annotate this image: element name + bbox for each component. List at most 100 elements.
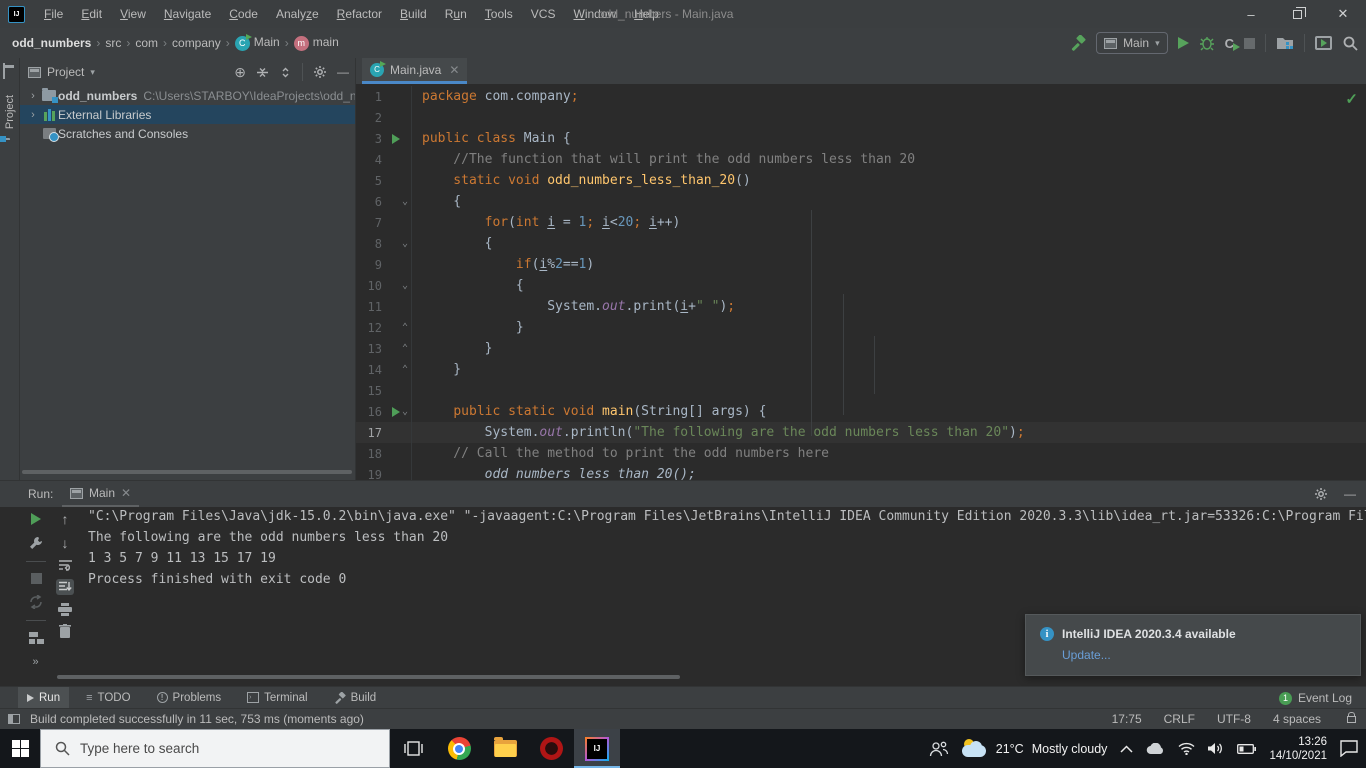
- menu-file[interactable]: File: [35, 0, 72, 28]
- wrench-icon[interactable]: [29, 536, 43, 550]
- status-line-separator[interactable]: CRLF: [1164, 712, 1195, 726]
- breadcrumb-main[interactable]: m main: [292, 35, 341, 51]
- maximize-button[interactable]: [1274, 0, 1320, 28]
- chrome-icon[interactable]: [436, 729, 482, 768]
- project-panel-title[interactable]: Project: [47, 65, 84, 79]
- menu-edit[interactable]: Edit: [72, 0, 111, 28]
- wifi-icon[interactable]: [1178, 742, 1195, 755]
- battery-icon[interactable]: [1237, 743, 1257, 754]
- run-line-icon[interactable]: [392, 133, 400, 144]
- weather-widget[interactable]: 21°C Mostly cloudy: [961, 738, 1107, 759]
- close-icon[interactable]: ✕: [449, 63, 459, 77]
- status-indent-style[interactable]: 4 spaces: [1273, 712, 1321, 726]
- gear-icon[interactable]: [1314, 487, 1328, 501]
- menu-view[interactable]: View: [111, 0, 155, 28]
- run-anything-button[interactable]: [1315, 36, 1332, 50]
- action-center-icon[interactable]: [1340, 740, 1358, 757]
- toolwindow-button-todo[interactable]: ≡ TODO: [77, 687, 139, 709]
- menu-vcs[interactable]: VCS: [522, 0, 565, 28]
- search-input[interactable]: [80, 741, 350, 756]
- intellij-taskbar-icon[interactable]: IJ: [574, 729, 620, 768]
- people-icon[interactable]: [929, 741, 949, 757]
- chevron-right-icon[interactable]: ›: [26, 109, 40, 121]
- up-stack-icon[interactable]: ↑: [62, 511, 69, 527]
- hide-panel-icon[interactable]: —: [1344, 487, 1356, 501]
- fold-close-icon[interactable]: ⌃: [402, 322, 408, 333]
- close-button[interactable]: ✕: [1320, 0, 1366, 28]
- menu-tools[interactable]: Tools: [476, 0, 522, 28]
- print-icon[interactable]: [58, 603, 72, 616]
- minimize-button[interactable]: –: [1228, 0, 1274, 28]
- run-line-icon[interactable]: [392, 406, 400, 417]
- tree-item-external-libraries[interactable]: › External Libraries: [20, 105, 355, 124]
- status-file-encoding[interactable]: UTF-8: [1217, 712, 1251, 726]
- restart-disabled-icon[interactable]: [29, 595, 43, 609]
- file-explorer-icon[interactable]: [482, 729, 528, 768]
- tree-item-scratches-and-consoles[interactable]: Scratches and Consoles: [20, 124, 355, 143]
- locate-file-icon[interactable]: ⊕: [234, 64, 246, 81]
- menu-run[interactable]: Run: [436, 0, 476, 28]
- build-hammer-icon[interactable]: [1070, 35, 1086, 51]
- inspections-ok-icon[interactable]: ✓: [1345, 90, 1358, 108]
- more-actions-icon[interactable]: »: [32, 656, 39, 668]
- taskbar-search[interactable]: [40, 729, 390, 768]
- clear-console-icon[interactable]: [59, 624, 71, 638]
- restore-layout-icon[interactable]: [28, 632, 44, 645]
- tab-main-java[interactable]: C Main.java ✕: [362, 58, 468, 84]
- fold-close-icon[interactable]: ⌃: [402, 343, 408, 354]
- editor-code[interactable]: 1 package com.company; 2 3 public class Main…: [356, 84, 1366, 480]
- fold-open-icon[interactable]: ⌄: [402, 238, 408, 249]
- project-toolwindow-icon[interactable]: [3, 63, 5, 79]
- toolwindow-button-run[interactable]: Run: [18, 686, 70, 709]
- debug-button[interactable]: [1199, 35, 1215, 51]
- chevron-down-icon[interactable]: ▾: [90, 67, 95, 78]
- menu-code[interactable]: Code: [220, 0, 267, 28]
- horizontal-scrollbar[interactable]: [22, 470, 352, 474]
- lock-icon[interactable]: [1347, 711, 1356, 723]
- breadcrumb-odd_numbers[interactable]: odd_numbers: [10, 36, 93, 50]
- tray-chevron-up-icon[interactable]: [1120, 744, 1133, 753]
- volume-icon[interactable]: [1208, 742, 1224, 755]
- update-link[interactable]: Update...: [1062, 648, 1111, 662]
- toolwindow-button-problems[interactable]: ! Problems: [148, 687, 231, 709]
- toolwindow-button-terminal[interactable]: › Terminal: [238, 687, 316, 709]
- search-everywhere-icon[interactable]: [1342, 35, 1358, 51]
- tree-item-odd-numbers[interactable]: › odd_numbers C:\Users\STARBOY\IdeaProject…: [20, 86, 355, 105]
- horizontal-scrollbar[interactable]: [57, 675, 680, 679]
- run-button[interactable]: [1177, 37, 1189, 49]
- soft-wrap-icon[interactable]: [58, 559, 73, 571]
- menu-build[interactable]: Build: [391, 0, 436, 28]
- fold-close-icon[interactable]: ⌃: [402, 364, 408, 375]
- task-view-button[interactable]: [390, 729, 436, 768]
- toolwindow-toggle-icon[interactable]: [8, 714, 20, 724]
- rerun-button[interactable]: [31, 513, 41, 525]
- down-stack-icon[interactable]: ↓: [62, 535, 69, 551]
- status-caret-position[interactable]: 17:75: [1112, 712, 1142, 726]
- sidebar-item-project[interactable]: Project: [4, 85, 16, 139]
- breadcrumb-company[interactable]: company: [170, 36, 223, 50]
- breadcrumb-src[interactable]: src: [103, 36, 123, 50]
- fold-open-icon[interactable]: ⌄: [402, 406, 408, 417]
- hide-panel-icon[interactable]: —: [337, 65, 349, 79]
- breadcrumb-com[interactable]: com: [133, 36, 160, 50]
- onedrive-icon[interactable]: [1146, 742, 1165, 755]
- start-button[interactable]: [0, 729, 40, 768]
- collapse-all-icon[interactable]: [279, 66, 292, 79]
- red-app-icon[interactable]: [528, 729, 574, 768]
- stop-button[interactable]: [30, 573, 42, 584]
- clock[interactable]: 13:26 14/10/2021: [1269, 735, 1327, 763]
- run-tab-main[interactable]: Main ✕: [62, 481, 140, 507]
- menu-refactor[interactable]: Refactor: [328, 0, 391, 28]
- toolwindow-button-build[interactable]: Build: [325, 687, 386, 709]
- fold-open-icon[interactable]: ⌄: [402, 280, 408, 291]
- chevron-right-icon[interactable]: ›: [26, 90, 40, 102]
- expand-all-icon[interactable]: [256, 66, 269, 79]
- menu-navigate[interactable]: Navigate: [155, 0, 220, 28]
- close-icon[interactable]: ✕: [121, 486, 131, 500]
- menu-analyze[interactable]: Analyze: [267, 0, 328, 28]
- fold-open-icon[interactable]: ⌄: [402, 196, 408, 207]
- stop-button[interactable]: [1244, 37, 1255, 49]
- run-with-coverage-button[interactable]: C: [1225, 36, 1241, 51]
- breadcrumb-main[interactable]: C Main: [233, 33, 282, 51]
- run-configuration-select[interactable]: Main ▾: [1096, 32, 1168, 54]
